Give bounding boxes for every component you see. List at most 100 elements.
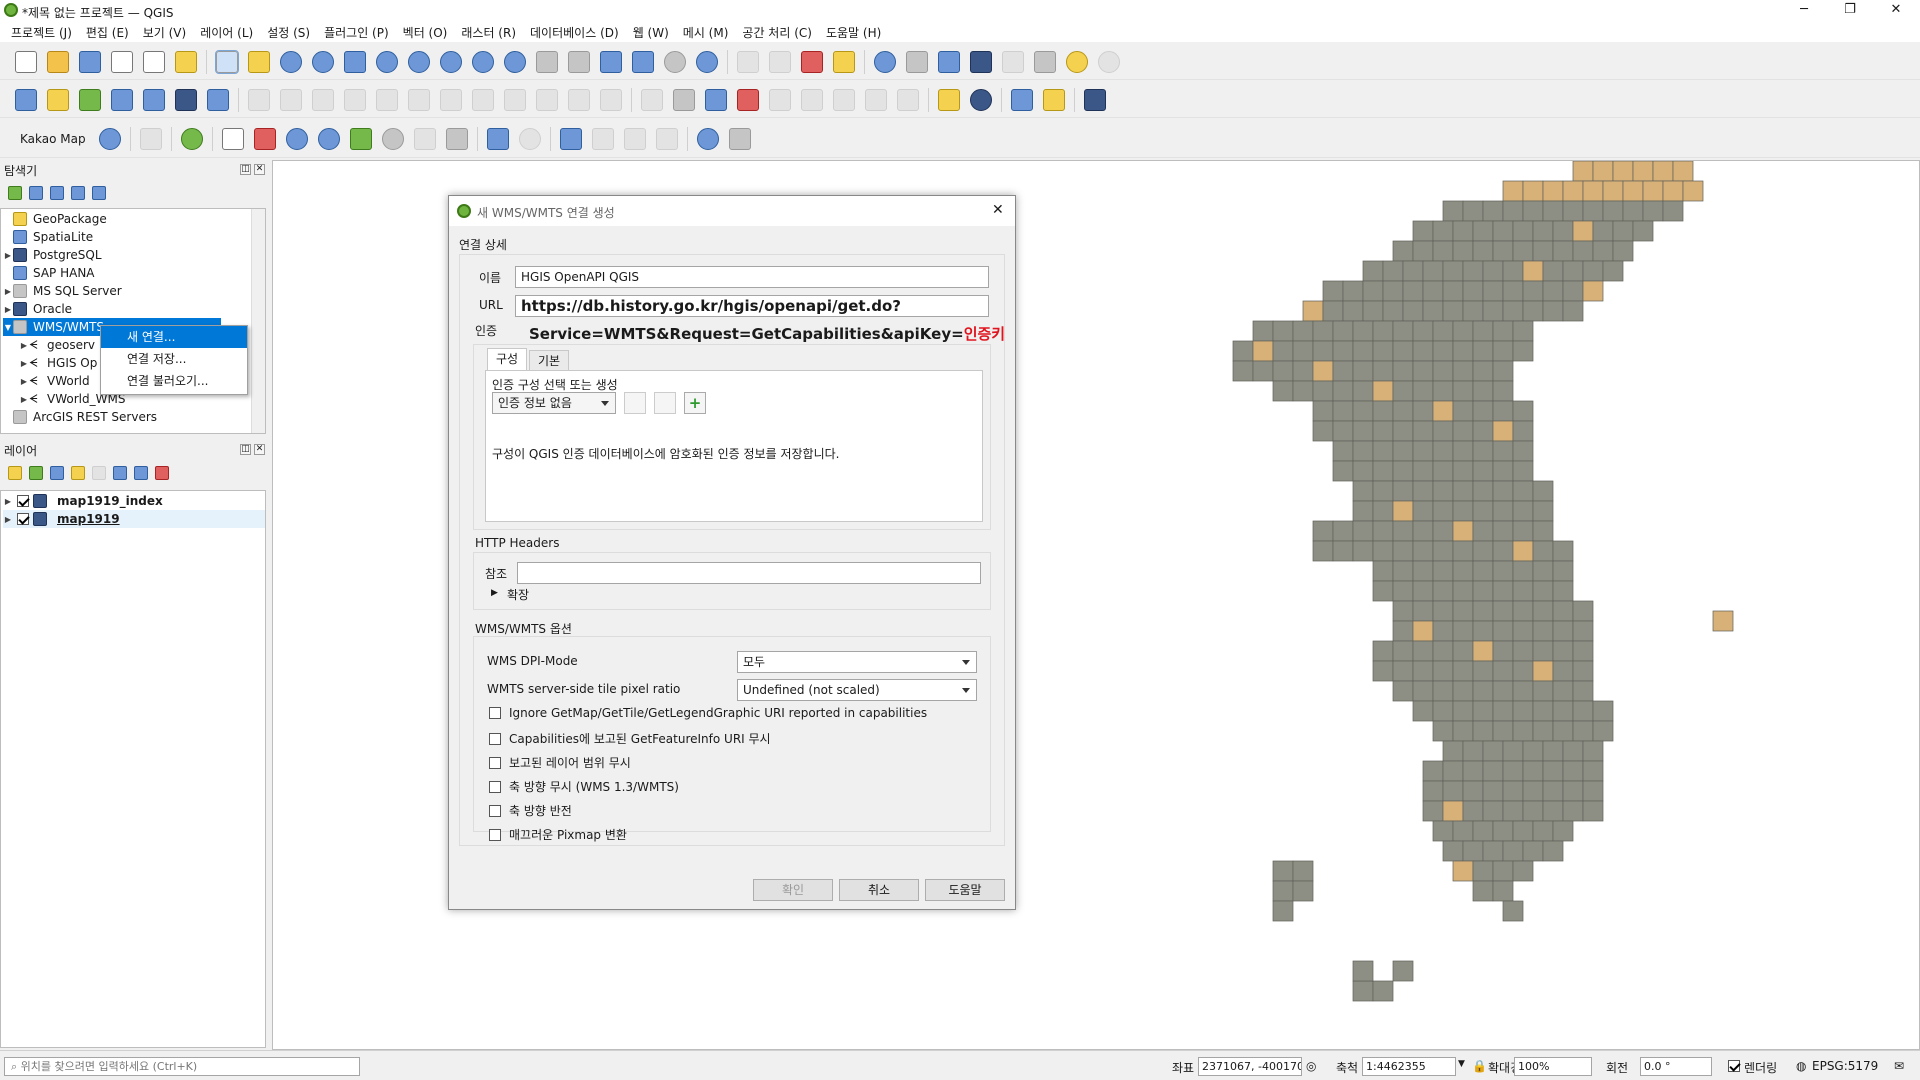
crosshair-icon[interactable] [518,127,541,150]
layer-visibility-checkbox[interactable] [17,513,29,525]
add-selected-layers-icon[interactable] [8,186,22,200]
invert-axis-checkbox[interactable] [489,804,501,817]
label-toolbar-icon[interactable] [641,88,663,111]
style-manager-icon[interactable] [175,50,197,73]
browser-item-postgresql[interactable]: PostgreSQL [33,248,102,262]
float-panel-icon[interactable]: ◫ [240,164,251,175]
menu-mesh[interactable]: 메시 (M) [676,24,736,41]
menu-project[interactable]: 프로젝트 (J) [4,24,79,41]
render-checkbox[interactable] [1728,1060,1740,1072]
change-label-icon[interactable] [865,88,887,111]
frame-tool-icon[interactable] [349,127,372,150]
browser-item-spatialite[interactable]: SpatiaLite [33,230,93,244]
collapse-all-layers-icon[interactable] [134,466,148,480]
pan-hand-icon[interactable] [215,49,239,74]
settings-wrench-icon[interactable] [728,127,751,150]
layout-manager-icon[interactable] [143,50,165,73]
globe-icon[interactable] [381,127,404,150]
scale-dropdown-icon[interactable]: ▼ [1458,1059,1465,1069]
save-project-icon[interactable] [79,50,101,73]
grass-icon[interactable] [970,88,992,111]
crs-button[interactable]: EPSG:5179 [1812,1059,1878,1073]
zoom-last-icon[interactable] [472,50,494,73]
add-vector-layer-icon[interactable] [207,88,229,111]
cancel-button[interactable]: 취소 [839,879,919,901]
wms-connection-geoserv[interactable]: geoserv [47,338,95,352]
float-panel-icon[interactable]: ◫ [240,444,251,455]
menu-layer[interactable]: 레이어 (L) [193,24,260,41]
layer-styling-icon[interactable] [8,466,22,480]
menu-plugins[interactable]: 플러그인 (P) [317,24,396,41]
filter-legend-icon[interactable] [71,466,85,480]
pin-labels-icon[interactable] [737,88,759,111]
temporal-controller-icon[interactable] [664,50,686,73]
tile-pixel-ratio-combo[interactable]: Undefined (not scaled) [737,679,977,701]
manage-visibility-icon[interactable] [50,466,64,480]
new-bookmark-icon[interactable] [600,50,622,73]
coordinate-toggle-icon[interactable]: ◎ [1306,1059,1316,1073]
select-by-value-icon[interactable] [769,50,791,73]
zoom-out-icon[interactable] [312,50,334,73]
wrench-icon[interactable] [445,127,468,150]
zoom-in-tool-icon[interactable] [285,127,308,150]
info-icon[interactable] [696,127,719,150]
new-project-icon[interactable] [15,50,37,73]
context-save-connections[interactable]: 연결 저장... [101,348,247,370]
map-tips-icon[interactable] [1066,50,1088,73]
deselect-icon[interactable] [801,50,823,73]
field-calculator-icon[interactable] [1002,50,1024,73]
messages-icon[interactable]: ✉ [1894,1059,1904,1073]
zoom-layer-icon[interactable] [408,50,430,73]
scale-field[interactable]: 1:4462355 [1362,1057,1456,1076]
share-icon[interactable] [180,127,203,150]
menu-processing[interactable]: 공간 처리 (C) [735,24,819,41]
remove-layer-icon[interactable] [155,466,169,480]
wms-connection-vworld[interactable]: VWorld [47,374,90,388]
minimize-button[interactable]: ─ [1781,0,1827,22]
ignore-extents-checkbox[interactable] [489,756,501,769]
new-temporary-layer-icon[interactable] [111,88,133,111]
zoom-full-icon[interactable] [344,50,366,73]
kakao-map-button[interactable]: Kakao Map [20,132,86,146]
processing-toolbox-icon[interactable] [938,50,960,73]
menu-web[interactable]: 웹 (W) [626,24,676,41]
help-button[interactable]: 도움말 [925,879,1005,901]
zoom-selection-icon[interactable] [376,50,398,73]
maximize-button[interactable]: ❐ [1827,0,1873,22]
open-attribute-table-icon[interactable] [906,50,928,73]
filter-browser-icon[interactable] [50,186,64,200]
menu-database[interactable]: 데이터베이스 (D) [523,24,626,41]
new-virtual-layer-icon[interactable] [143,88,165,111]
qgis2threejs-icon[interactable] [1043,88,1065,111]
identify-features-icon[interactable] [874,50,896,73]
select-features-icon[interactable] [737,50,759,73]
measure-line-icon[interactable] [1034,50,1056,73]
ignore-getfeatureinfo-checkbox[interactable] [489,732,501,745]
zoom-out-tool-icon[interactable] [317,127,340,150]
properties-icon[interactable] [92,186,106,200]
export-page-icon[interactable] [221,127,244,150]
layer-visibility-checkbox[interactable] [17,495,29,507]
add-raster-layer-icon[interactable] [175,88,197,111]
expand-label[interactable]: 확장 [507,586,529,603]
coordinate-capture-icon[interactable] [559,127,582,150]
dpi-mode-combo[interactable]: 모두 [737,651,977,673]
browser-item-wms[interactable]: WMS/WMTS [33,320,104,334]
menu-view[interactable]: 보기 (V) [136,24,193,41]
crs-globe-icon[interactable]: ◍ [1796,1059,1806,1073]
browser-item-arcgis-rest[interactable]: ArcGIS REST Servers [33,410,157,424]
zoom-next-icon[interactable] [504,50,526,73]
pan-to-selection-icon[interactable] [248,50,270,73]
ok-button[interactable]: 확인 [753,879,833,901]
route-icon[interactable] [655,127,678,150]
tab-config[interactable]: 구성 [487,348,527,372]
python-console-icon[interactable] [1011,88,1033,111]
tab-basic[interactable]: 기본 [529,350,569,372]
post-icon[interactable] [486,127,509,150]
collapse-all-icon[interactable] [71,186,85,200]
wms-connection-hgis[interactable]: HGIS Op [47,356,97,370]
ignore-getmap-checkbox[interactable] [489,707,501,719]
magnifier-field[interactable]: 100% [1514,1057,1592,1076]
add-auth-plus-icon[interactable]: + [684,392,706,414]
url-field[interactable]: https://db.history.go.kr/hgis/openapi/ge… [515,295,989,317]
